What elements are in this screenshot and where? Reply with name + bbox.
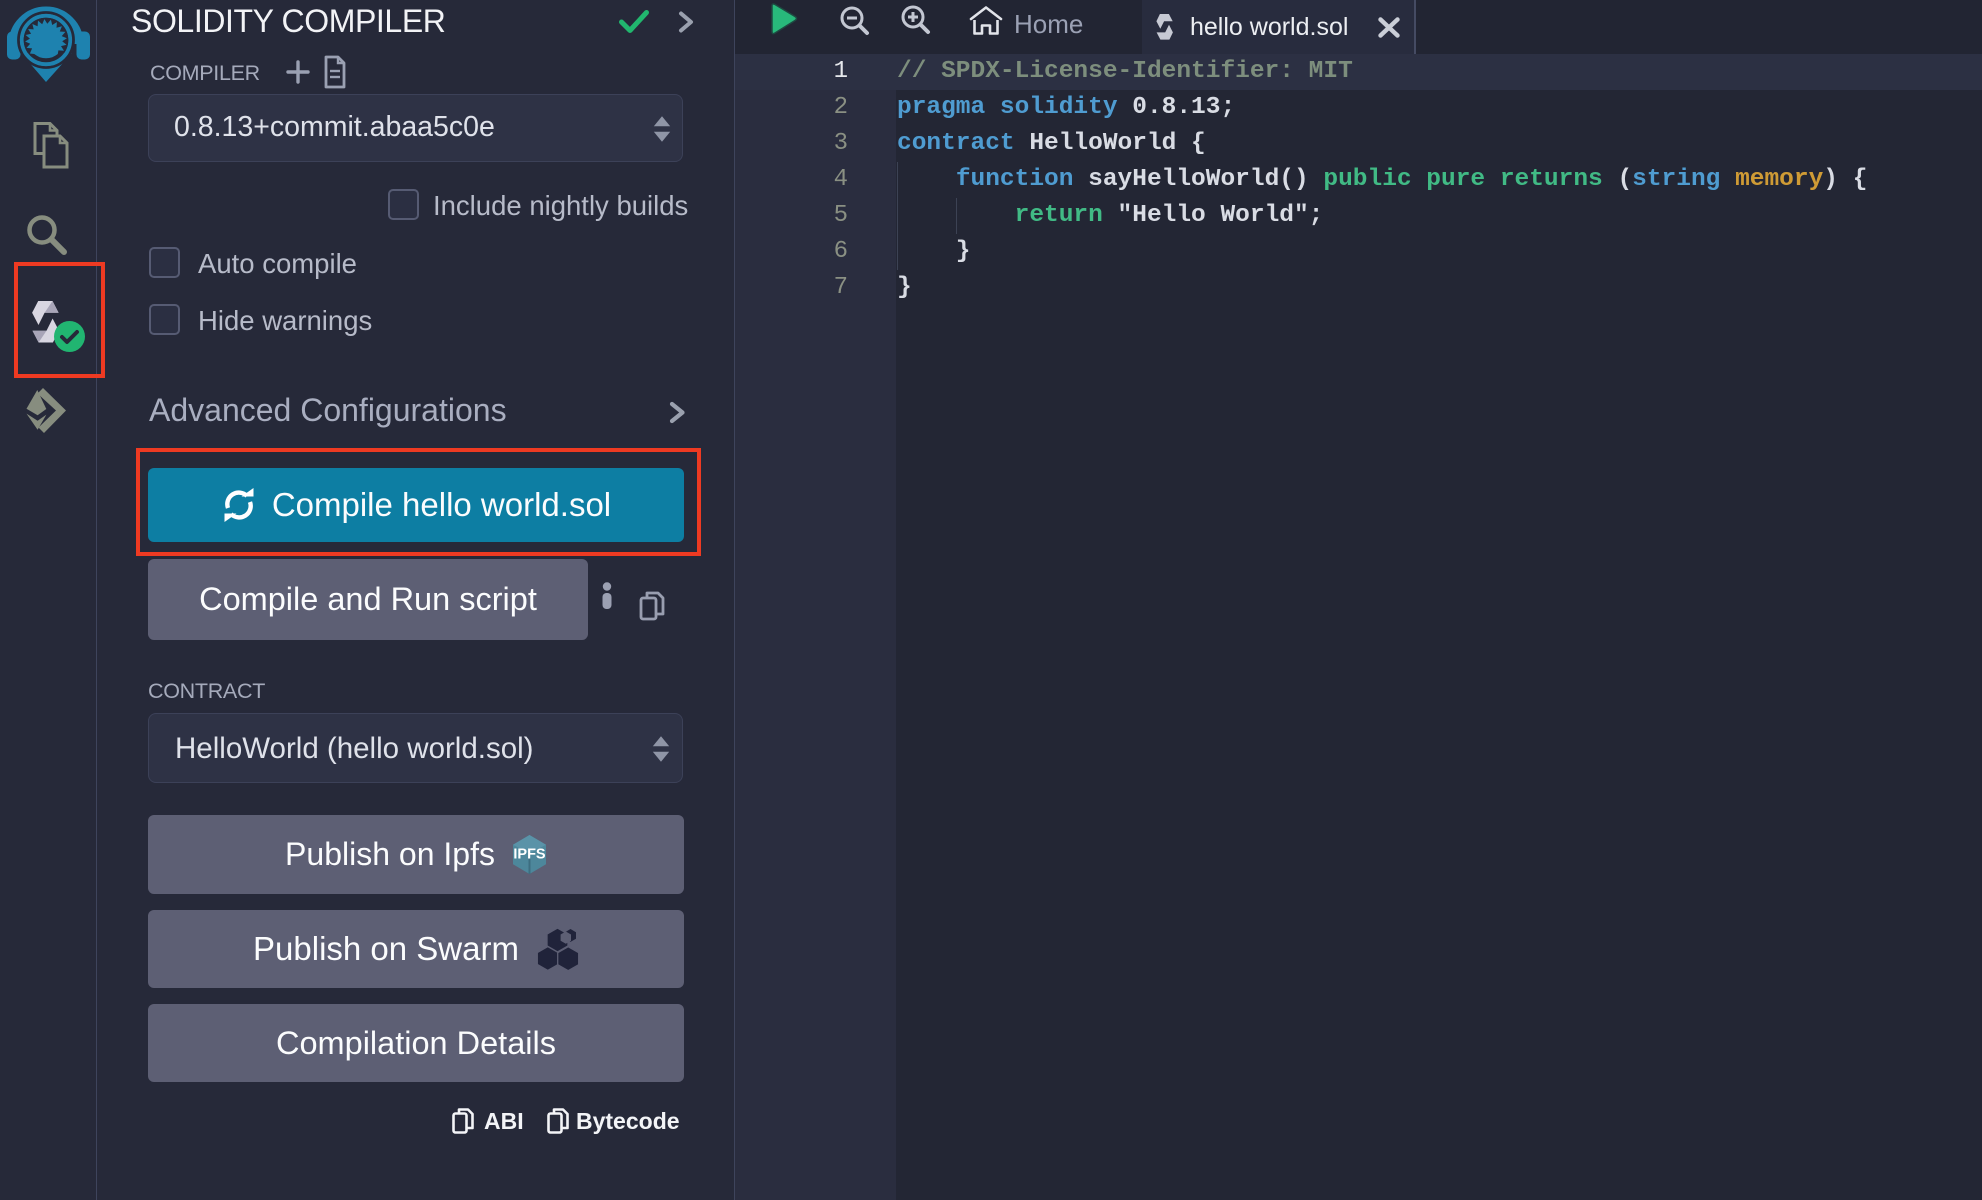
svg-text:IPFS: IPFS [513,847,546,863]
